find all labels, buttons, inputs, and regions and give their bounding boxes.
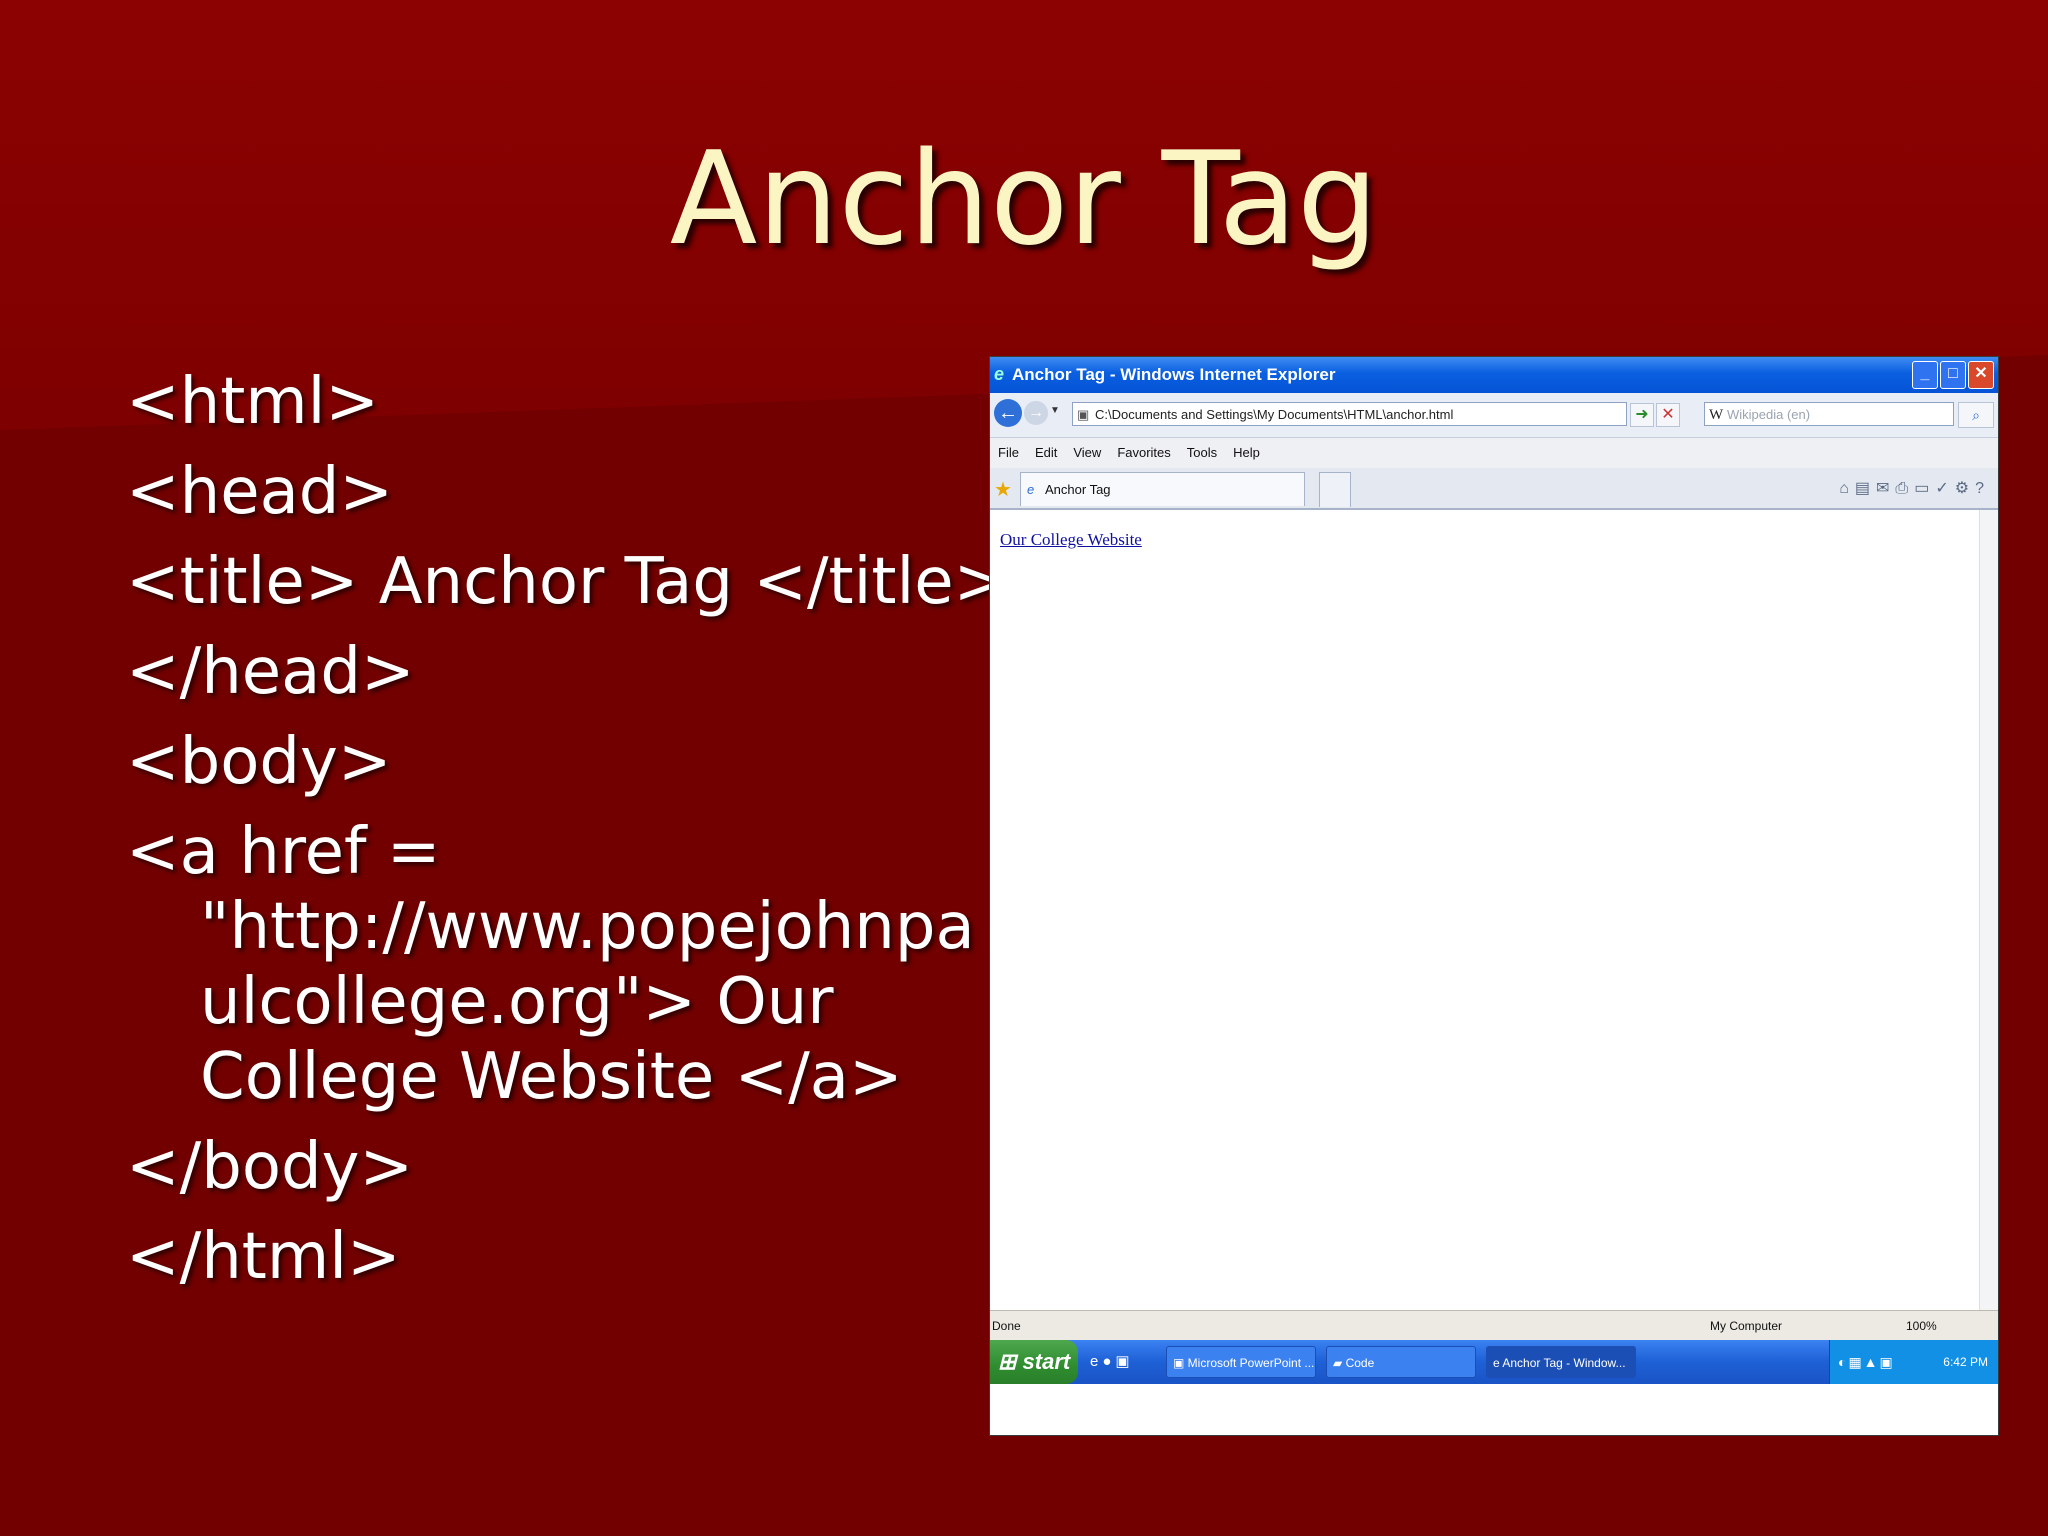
search-placeholder: Wikipedia (en) <box>1727 407 1811 422</box>
ie-quicklaunch-icon[interactable]: e <box>1090 1353 1102 1370</box>
tab-bar: ★ e Anchor Tag ⌂▤✉⎙▭✓⚙? <box>990 468 1998 510</box>
minimize-icon[interactable]: _ <box>1912 361 1938 389</box>
taskbar-item-label: Microsoft PowerPoint ... <box>1187 1356 1315 1370</box>
menu-view[interactable]: View <box>1073 438 1101 468</box>
maximize-icon[interactable]: □ <box>1940 361 1966 389</box>
tray-icons[interactable]: ◐▦▲▣ <box>1838 1340 1895 1384</box>
close-icon[interactable]: ✕ <box>1968 361 1994 389</box>
tab-label: Anchor Tag <box>1045 482 1111 497</box>
clock: 6:42 PM <box>1943 1355 1988 1369</box>
address-toolbar: ← → ▼ ▣ C:\Documents and Settings\My Doc… <box>990 393 1998 438</box>
menu-tools[interactable]: Tools <box>1187 438 1217 468</box>
quick-launch: e●▣ <box>1090 1340 1134 1384</box>
taskbar-item-label: Code <box>1345 1356 1375 1370</box>
tools-icon[interactable]: ⚙ <box>1955 480 1975 497</box>
wikipedia-icon: W <box>1709 407 1724 423</box>
ie-task-icon: e <box>1493 1356 1503 1370</box>
menu-help[interactable]: Help <box>1233 438 1260 468</box>
ie-logo-icon: e <box>994 364 1005 384</box>
status-bar: Done My Computer 100% <box>990 1310 1998 1341</box>
college-website-link[interactable]: Our College Website <box>1000 530 1142 550</box>
code-line: <head> <box>126 455 394 529</box>
windows-taskbar: ⊞ start e●▣ ▣ Microsoft PowerPoint ... ▰… <box>990 1340 1998 1384</box>
status-text: Done <box>992 1319 1021 1333</box>
folder-icon: ▰ <box>1333 1356 1346 1370</box>
zoom-level[interactable]: 100% <box>1906 1311 1937 1341</box>
desktop-quicklaunch-icon[interactable]: ▣ <box>1115 1353 1133 1370</box>
code-line: <body> <box>126 725 392 799</box>
safety-icon[interactable]: ✓ <box>1935 480 1954 497</box>
menu-favorites[interactable]: Favorites <box>1117 438 1170 468</box>
system-tray: ◐▦▲▣ 6:42 PM <box>1829 1340 1998 1384</box>
slide-title: Anchor Tag <box>669 125 1379 274</box>
address-input[interactable]: ▣ C:\Documents and Settings\My Documents… <box>1072 402 1627 426</box>
code-line-anchor: <a href = "http://www.popejohnpa ulcolle… <box>126 815 976 1115</box>
code-line-part: ulcollege.org"> Our <box>200 965 834 1039</box>
taskbar-item-anchor-tag[interactable]: e Anchor Tag - Window... <box>1486 1346 1636 1378</box>
code-line: <html> <box>126 365 380 439</box>
media-quicklaunch-icon[interactable]: ● <box>1102 1353 1115 1370</box>
screenshot-bottom-margin <box>990 1384 1998 1435</box>
window-title: Anchor Tag - Windows Internet Explorer <box>1012 365 1336 384</box>
print-icon[interactable]: ⎙ <box>1895 480 1914 497</box>
new-tab-button[interactable] <box>1319 472 1351 507</box>
menu-edit[interactable]: Edit <box>1035 438 1057 468</box>
taskbar-item-label: Anchor Tag - Window... <box>1502 1356 1626 1370</box>
page-menu-icon[interactable]: ▭ <box>1914 480 1935 497</box>
forward-icon[interactable]: → <box>1024 401 1048 425</box>
taskbar-item-code[interactable]: ▰ Code <box>1326 1346 1476 1378</box>
vertical-scrollbar[interactable] <box>1979 510 1998 1310</box>
address-buttons: ➜ ✕ <box>1630 403 1682 427</box>
menu-file[interactable]: File <box>998 438 1019 468</box>
windows-logo-icon: ⊞ <box>998 1349 1023 1374</box>
start-label: start <box>1022 1349 1071 1374</box>
code-line-part: College Website </a> <box>200 1040 903 1114</box>
powerpoint-icon: ▣ <box>1173 1356 1188 1370</box>
start-button[interactable]: ⊞ start <box>990 1340 1078 1384</box>
menu-bar: File Edit View Favorites Tools Help <box>990 438 1998 468</box>
taskbar-item-powerpoint[interactable]: ▣ Microsoft PowerPoint ... <box>1166 1346 1316 1378</box>
address-text: C:\Documents and Settings\My Documents\H… <box>1095 407 1454 422</box>
code-line-part: <a href = <box>126 815 441 889</box>
tab-anchor-tag[interactable]: e Anchor Tag <box>1020 472 1305 506</box>
page-content: Our College Website <box>990 510 1998 1310</box>
code-line: </body> <box>126 1130 414 1204</box>
code-line-part: "http://www.popejohnpa <box>200 890 975 964</box>
stop-icon[interactable]: ✕ <box>1656 403 1680 427</box>
go-icon[interactable]: ➜ <box>1630 403 1654 427</box>
history-dropdown-icon[interactable]: ▼ <box>1050 405 1060 416</box>
code-line: </html> <box>126 1220 401 1294</box>
command-bar-icons: ⌂▤✉⎙▭✓⚙? <box>1839 478 1990 498</box>
html-code-listing: <html> <head> <title> Anchor Tag </title… <box>126 365 1008 1310</box>
search-input[interactable]: W Wikipedia (en) <box>1704 402 1954 426</box>
feeds-icon[interactable]: ▤ <box>1855 480 1876 497</box>
ie-page-icon: e <box>1027 482 1035 497</box>
favorites-star-icon[interactable]: ★ <box>994 477 1012 502</box>
help-icon[interactable]: ? <box>1975 480 1990 497</box>
search-icon[interactable]: ⌕ <box>1958 402 1994 428</box>
browser-titlebar: e Anchor Tag - Windows Internet Explorer… <box>990 357 1998 393</box>
browser-screenshot: e Anchor Tag - Windows Internet Explorer… <box>989 356 1999 1436</box>
read-mail-icon[interactable]: ✉ <box>1876 480 1895 497</box>
security-zone: My Computer <box>1710 1319 1783 1333</box>
code-line: </head> <box>126 635 415 709</box>
home-icon[interactable]: ⌂ <box>1839 480 1855 497</box>
back-icon[interactable]: ← <box>994 399 1022 427</box>
code-line: <title> Anchor Tag </title> <box>126 545 1008 619</box>
page-icon: ▣ <box>1077 407 1090 422</box>
